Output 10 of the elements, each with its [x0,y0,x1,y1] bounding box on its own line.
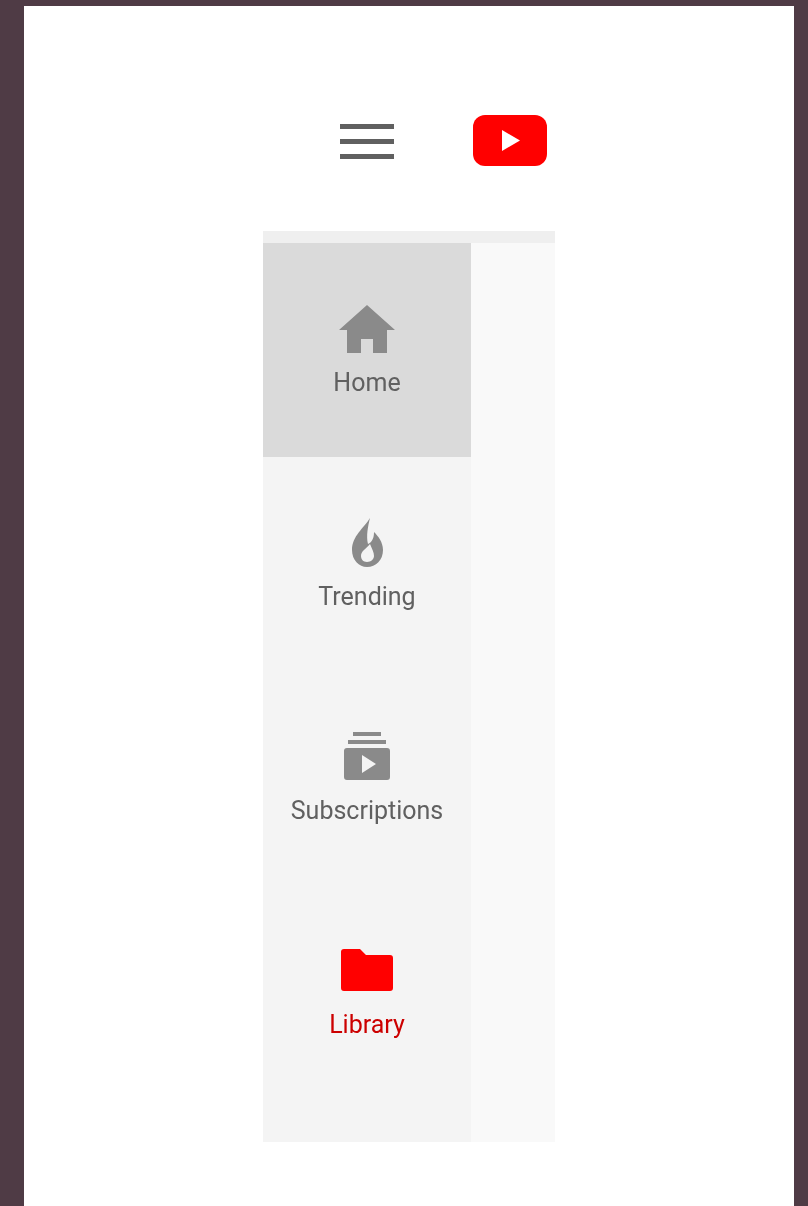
nav-label: Trending [318,582,416,612]
subscriptions-icon [342,731,392,781]
nav-label: Home [333,368,401,398]
logo-icon[interactable] [473,115,547,166]
nav-item[interactable]: Home [263,243,471,457]
nav-label: Library [329,1010,405,1040]
home-icon [337,303,397,353]
folder-icon [340,948,394,992]
menu-icon[interactable] [340,124,394,160]
nav-label: Subscriptions [290,796,444,826]
